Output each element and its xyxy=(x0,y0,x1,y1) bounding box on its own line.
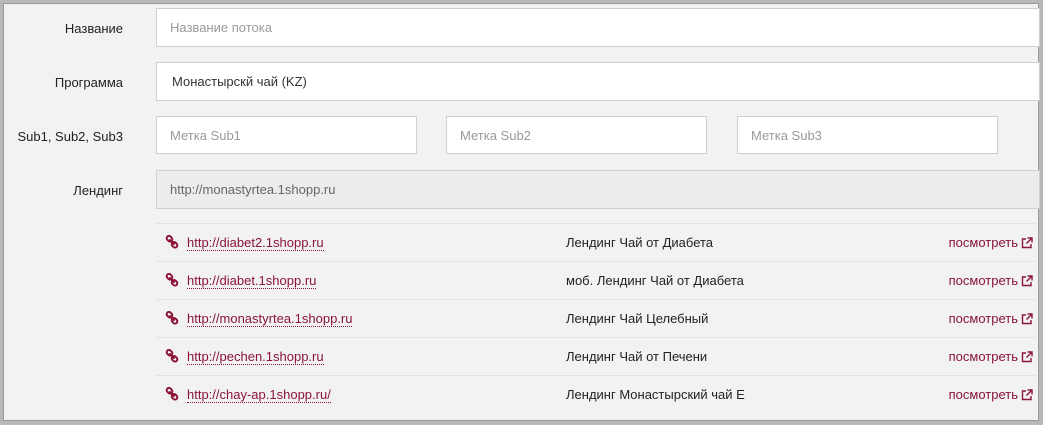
landing-name: Лендинг Чай от Диабета xyxy=(566,235,714,250)
landing-url-link[interactable]: http://chay-ap.1shopp.ru/ xyxy=(187,387,331,403)
landing-label: Лендинг xyxy=(73,183,123,198)
external-link-icon xyxy=(1021,236,1033,248)
view-label: посмотреть xyxy=(948,235,1018,250)
view-landing-link[interactable]: посмотреть xyxy=(949,273,1033,288)
link-icon xyxy=(165,387,179,401)
view-landing-link[interactable]: посмотреть xyxy=(949,349,1033,364)
stream-form: Название Название потока Программа Монас… xyxy=(3,3,1040,421)
landing-row[interactable]: http://diabet.1shopp.ru моб. Лендинг Чай… xyxy=(156,261,1036,299)
view-label: посмотреть xyxy=(948,273,1018,288)
landing-url-link[interactable]: http://diabet2.1shopp.ru xyxy=(187,235,324,251)
view-landing-link[interactable]: посмотреть xyxy=(949,387,1033,402)
sub1-input[interactable]: Метка Sub1 xyxy=(156,116,417,154)
program-select[interactable]: Монастырскй чай (KZ) xyxy=(156,62,1040,101)
landing-url-link[interactable]: http://diabet.1shopp.ru xyxy=(187,273,317,289)
landing-name: Лендинг Чай Целебный xyxy=(566,311,709,326)
landing-row[interactable]: http://diabet2.1shopp.ru Лендинг Чай от … xyxy=(156,223,1036,261)
link-icon xyxy=(165,311,179,325)
landing-list: http://diabet2.1shopp.ru Лендинг Чай от … xyxy=(156,223,1036,413)
sub2-input[interactable]: Метка Sub2 xyxy=(446,116,707,154)
view-label: посмотреть xyxy=(948,311,1018,326)
view-label: посмотреть xyxy=(948,387,1018,402)
landing-name: Лендинг Чай от Печени xyxy=(566,349,708,364)
external-link-icon xyxy=(1021,312,1033,324)
subs-label: Sub1, Sub2, Sub3 xyxy=(17,129,123,144)
name-label: Название xyxy=(64,21,123,36)
stream-name-input[interactable]: Название потока xyxy=(156,8,1040,47)
landing-row[interactable]: http://pechen.1shopp.ru Лендинг Чай от П… xyxy=(156,337,1036,375)
external-link-icon xyxy=(1021,274,1033,286)
landing-name: Лендинг Монастырский чай Е xyxy=(566,387,745,402)
program-label: Программа xyxy=(54,75,123,90)
external-link-icon xyxy=(1021,350,1033,362)
landing-url-link[interactable]: http://pechen.1shopp.ru xyxy=(187,349,324,365)
view-label: посмотреть xyxy=(948,349,1018,364)
link-icon xyxy=(165,273,179,287)
view-landing-link[interactable]: посмотреть xyxy=(949,311,1033,326)
link-icon xyxy=(165,349,179,363)
landing-url-link[interactable]: http://monastyrtea.1shopp.ru xyxy=(187,311,353,327)
landing-name: моб. Лендинг Чай от Диабета xyxy=(566,273,744,288)
sub3-input[interactable]: Метка Sub3 xyxy=(737,116,998,154)
landing-selected-field[interactable]: http://monastyrtea.1shopp.ru xyxy=(156,170,1040,209)
landing-row[interactable]: http://chay-ap.1shopp.ru/ Лендинг Монаст… xyxy=(156,375,1036,413)
landing-row[interactable]: http://monastyrtea.1shopp.ru Лендинг Чай… xyxy=(156,299,1036,337)
external-link-icon xyxy=(1021,388,1033,400)
view-landing-link[interactable]: посмотреть xyxy=(949,235,1033,250)
link-icon xyxy=(165,235,179,249)
